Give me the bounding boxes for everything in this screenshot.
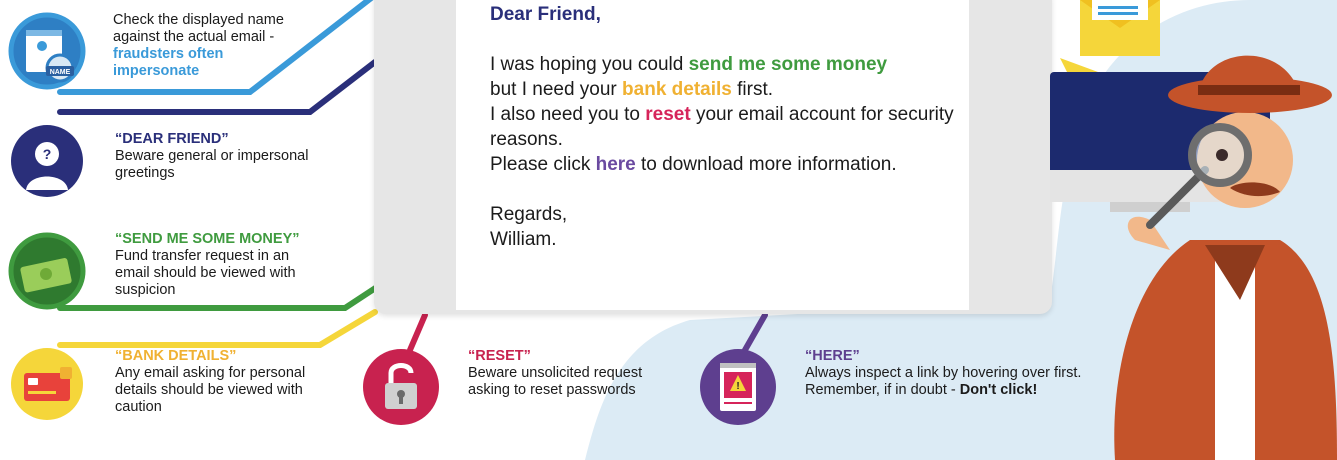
email-line-3: I also need you to reset your email acco… [490, 102, 960, 152]
tip-here-emphasis: Don't click! [959, 382, 1038, 398]
cash-icon [8, 232, 86, 310]
tip-reset-body: Beware unsolicited request asking to res… [468, 365, 643, 398]
email-line-2: but I need your bank details first. [490, 77, 960, 102]
tip-bank-body: Any email asking for personal details sh… [115, 365, 306, 415]
tip-money: “SEND ME SOME MONEY” Fund transfer reque… [115, 231, 325, 299]
tip-bank: “BANK DETAILS” Any email asking for pers… [115, 348, 335, 416]
email-line-1: I was hoping you could send me some mone… [490, 52, 960, 77]
tip-name-highlight: fraudsters often impersonate [113, 46, 224, 79]
email-body: Dear Friend, I was hoping you could send… [490, 2, 960, 252]
svg-text:?: ? [43, 146, 52, 162]
detective-illustration [1050, 0, 1337, 460]
email-text: I also need you to [490, 104, 646, 125]
tip-dear-friend: “DEAR FRIEND” Beware general or imperson… [115, 131, 345, 182]
email-text: I was hoping you could [490, 54, 689, 75]
anonymous-person-icon: ? [11, 125, 83, 197]
money-highlight: send me some money [688, 54, 888, 75]
tip-name: Check the displayed name against the act… [113, 12, 343, 80]
credit-card-icon [11, 348, 83, 420]
tip-money-heading: “SEND ME SOME MONEY” [115, 231, 300, 247]
tip-dear-friend-heading: “DEAR FRIEND” [115, 131, 229, 147]
envelope-icon [1080, 0, 1160, 56]
name-icon-label: NAME [50, 69, 71, 76]
tip-reset-heading: “RESET” [468, 348, 531, 364]
svg-text:!: ! [736, 381, 739, 392]
email-text: first. [731, 79, 774, 100]
email-greeting: Dear Friend, [490, 4, 601, 25]
tip-bank-heading: “BANK DETAILS” [115, 348, 237, 364]
email-line-4: Please click here to download more infor… [490, 152, 960, 177]
warning-document-icon: ! [700, 349, 776, 425]
reset-highlight: reset [645, 104, 691, 125]
email-text: but I need your [490, 79, 623, 100]
bank-details-highlight: bank details [622, 79, 732, 100]
unlocked-padlock-icon [363, 349, 439, 425]
tip-name-line1: Check the displayed name [113, 12, 284, 28]
email-closing: Regards, [490, 204, 568, 225]
tip-dear-friend-body: Beware general or impersonal greetings [115, 148, 309, 181]
here-link[interactable]: here [596, 154, 636, 175]
tip-name-line2: against the actual email - [113, 29, 275, 45]
name-card-icon: NAME [8, 12, 86, 90]
tip-money-body: Fund transfer request in an email should… [115, 248, 296, 298]
email-text: to download more information. [635, 154, 897, 175]
email-signature: William. [490, 229, 557, 250]
email-text: Please click [490, 154, 596, 175]
tip-reset: “RESET” Beware unsolicited request askin… [468, 348, 673, 399]
